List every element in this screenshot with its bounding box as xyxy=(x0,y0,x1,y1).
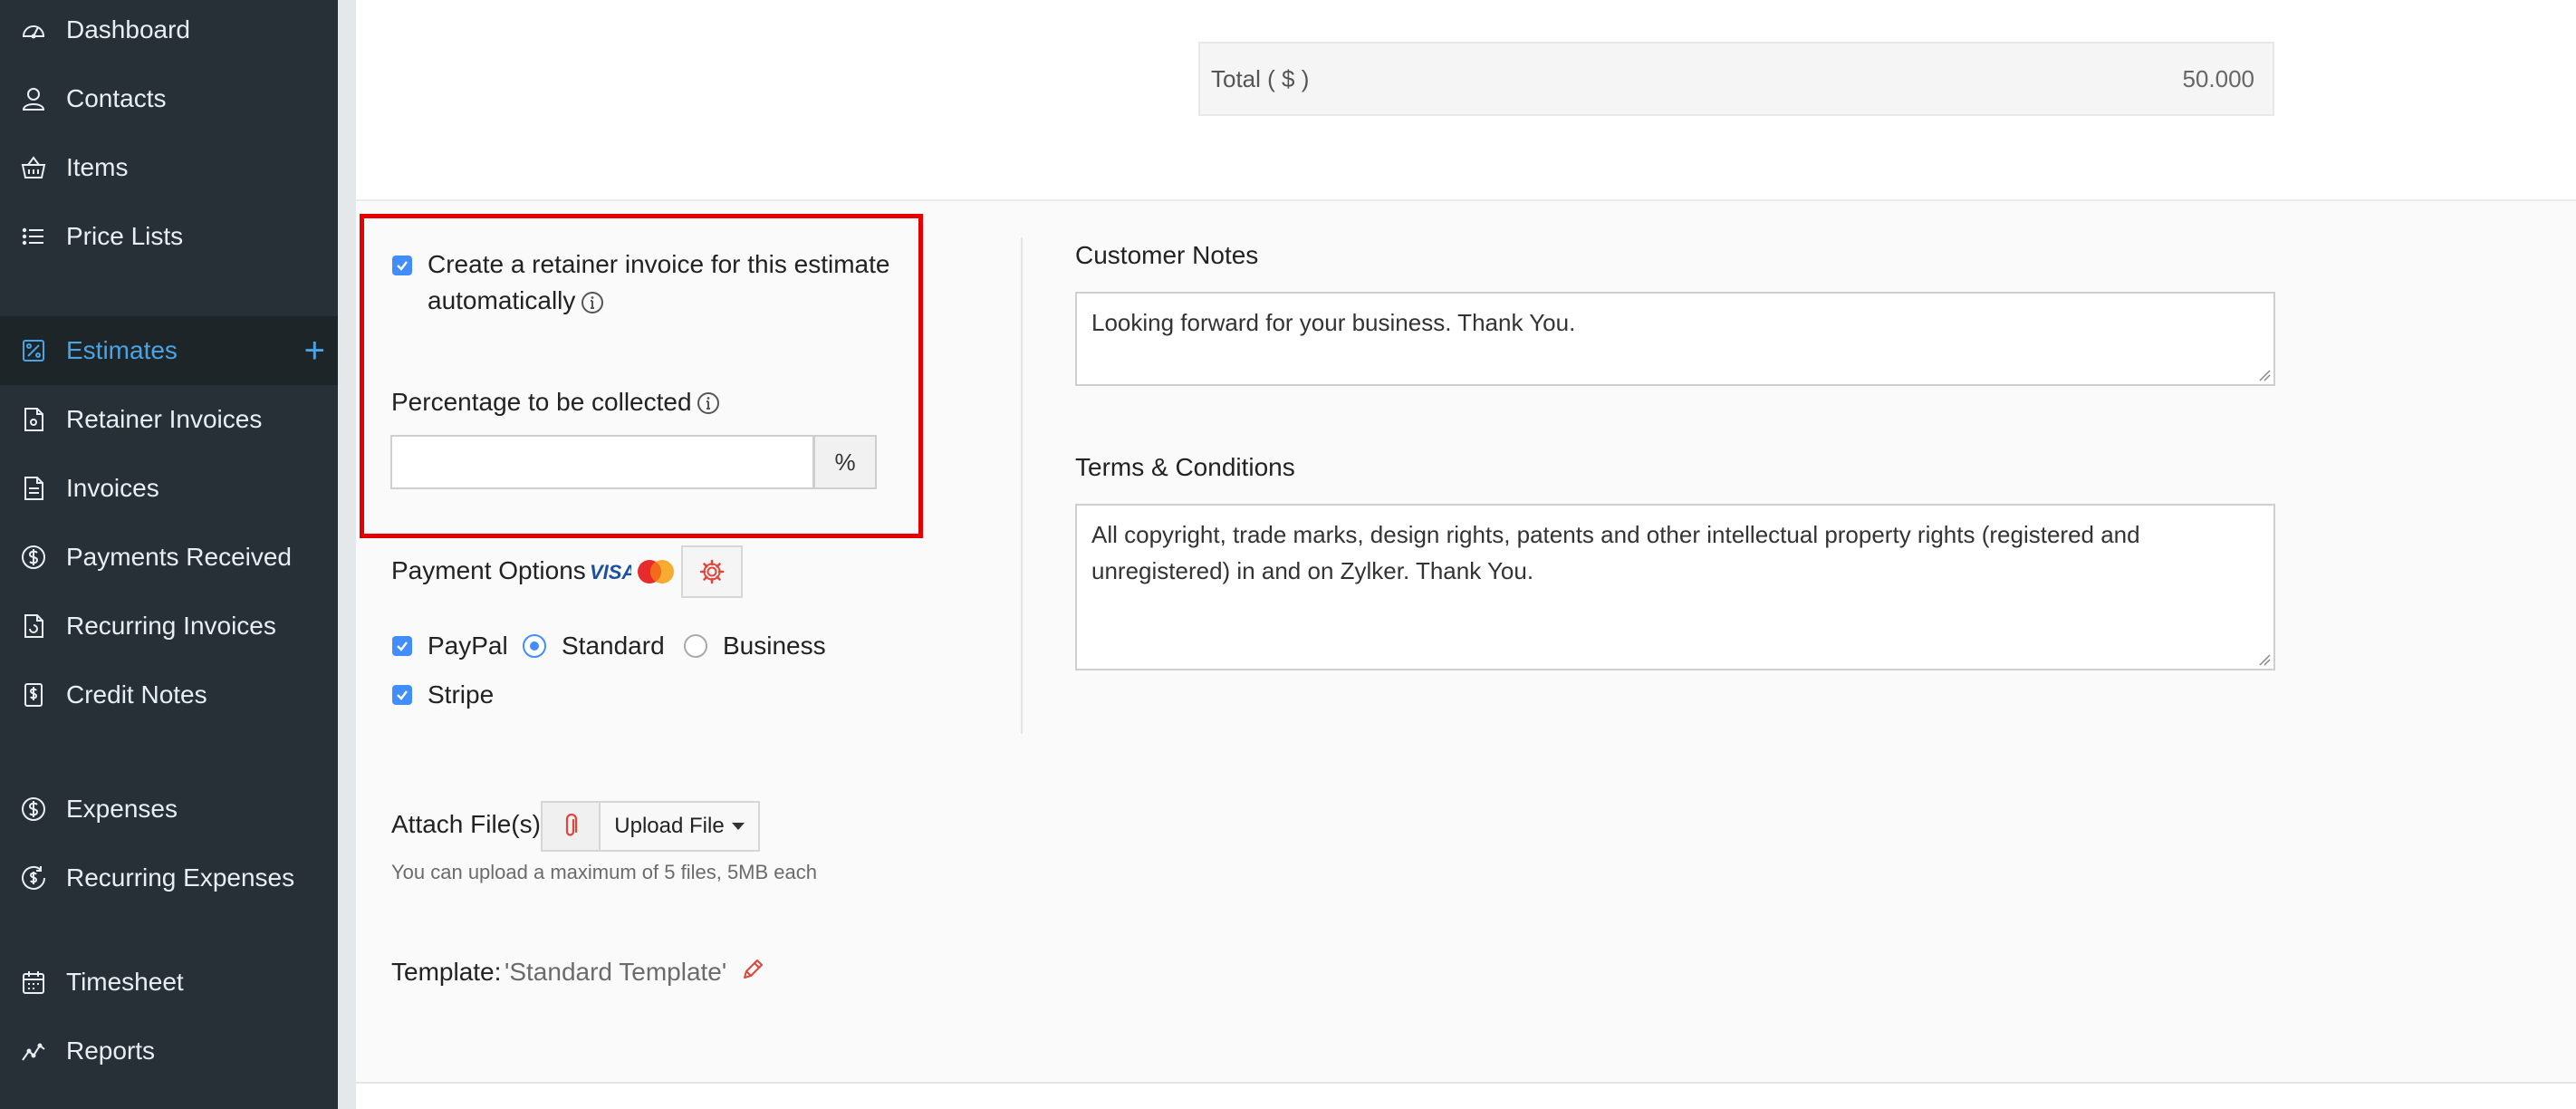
template-label: Template: xyxy=(391,958,502,986)
resize-handle-icon[interactable] xyxy=(2258,369,2271,381)
sidebar-item-dashboard[interactable]: Dashboard xyxy=(0,0,338,64)
expense-icon xyxy=(18,794,49,825)
payment-icon xyxy=(18,542,49,573)
estimate-icon xyxy=(18,335,49,366)
paypal-standard-radio[interactable] xyxy=(523,634,546,658)
sidebar-item-price-lists[interactable]: Price Lists xyxy=(0,202,338,271)
recurring-expense-icon xyxy=(18,863,49,893)
add-estimate-button[interactable]: + xyxy=(304,333,325,369)
paypal-business-radio[interactable] xyxy=(684,634,707,658)
checkmark-icon xyxy=(397,261,408,271)
paperclip-icon xyxy=(565,814,578,836)
sidebar-item-label: Estimates xyxy=(66,336,178,364)
attach-files-label: Attach File(s) xyxy=(391,810,541,838)
sidebar-item-contacts[interactable]: Contacts xyxy=(0,64,338,133)
terms-textarea[interactable]: All copyright, trade marks, design right… xyxy=(1075,504,2275,670)
retainer-invoice-icon xyxy=(18,404,49,435)
sidebar-item-payments-received[interactable]: Payments Received xyxy=(0,523,338,592)
sidebar-item-retainer-invoices[interactable]: Retainer Invoices xyxy=(0,385,338,454)
retainer-invoice-checkbox[interactable] xyxy=(392,256,412,275)
sidebar-item-recurring-expenses[interactable]: Recurring Expenses xyxy=(0,844,338,912)
sidebar-item-items[interactable]: Items xyxy=(0,133,338,202)
upload-file-label: Upload File xyxy=(614,814,725,838)
gear-icon xyxy=(699,559,725,584)
totals-section: Total ( $ ) 50.000 xyxy=(356,0,2576,201)
stripe-label: Stripe xyxy=(428,680,495,709)
sidebar-item-label: Contacts xyxy=(66,84,167,112)
basket-icon xyxy=(18,152,49,183)
total-row: Total ( $ ) 50.000 xyxy=(1198,42,2274,116)
sidebar-item-label: Price Lists xyxy=(66,222,184,250)
paypal-label: PayPal xyxy=(428,632,508,660)
paypal-checkbox[interactable] xyxy=(392,636,412,656)
sidebar-item-label: Reports xyxy=(66,1037,156,1065)
app-window: Dashboard Contacts Items Price Lists Est xyxy=(0,0,2576,1109)
edit-template-icon[interactable] xyxy=(740,957,765,982)
visa-icon: VISA xyxy=(590,561,631,583)
payment-options-label: Payment Options xyxy=(391,556,586,584)
resize-handle-icon[interactable] xyxy=(2258,653,2271,666)
total-label: Total ( $ ) xyxy=(1211,64,1310,92)
upload-file-button[interactable]: Upload File xyxy=(599,801,760,852)
estimate-form: Total ( $ ) 50.000 Create a retainer inv… xyxy=(356,0,2576,1109)
chevron-down-icon xyxy=(731,823,745,830)
sidebar-item-recurring-invoices[interactable]: Recurring Invoices xyxy=(0,592,338,661)
checkmark-icon xyxy=(397,641,408,651)
customer-notes-textarea[interactable]: Looking forward for your business. Thank… xyxy=(1075,292,2275,386)
percentage-input[interactable] xyxy=(390,435,814,489)
paypal-business-label: Business xyxy=(723,632,826,660)
info-icon[interactable] xyxy=(580,290,605,315)
sidebar-item-label: Credit Notes xyxy=(66,680,207,709)
dashboard-icon xyxy=(18,14,49,45)
percentage-label: Percentage to be collected xyxy=(391,388,692,416)
sidebar-item-label: Recurring Expenses xyxy=(66,863,295,892)
customer-notes-text: Looking forward for your business. Thank… xyxy=(1091,309,1576,336)
sidebar-item-label: Payments Received xyxy=(66,543,293,571)
customer-notes-label: Customer Notes xyxy=(1075,241,1259,269)
retainer-invoice-label-continued: automatically xyxy=(428,286,576,314)
sidebar-item-label: Invoices xyxy=(66,474,159,502)
sidebar-item-label: Timesheet xyxy=(66,968,184,996)
sidebar-item-label: Retainer Invoices xyxy=(66,405,263,433)
sidebar-item-label: Expenses xyxy=(66,795,178,823)
terms-label: Terms & Conditions xyxy=(1075,453,1295,481)
sidebar-item-credit-notes[interactable]: Credit Notes xyxy=(0,661,338,729)
paypal-standard-label: Standard xyxy=(562,632,665,660)
retainer-invoice-label: Create a retainer invoice for this estim… xyxy=(428,250,890,278)
sidebar-item-label: Items xyxy=(66,153,129,181)
terms-text: All copyright, trade marks, design right… xyxy=(1091,521,2140,584)
column-divider xyxy=(1021,237,1023,734)
sidebar: Dashboard Contacts Items Price Lists Est xyxy=(0,0,338,1109)
sidebar-item-reports[interactable]: Reports xyxy=(0,1017,338,1085)
user-icon xyxy=(18,83,49,114)
sidebar-item-label: Recurring Invoices xyxy=(66,612,276,640)
sidebar-item-invoices[interactable]: Invoices xyxy=(0,454,338,523)
stripe-checkbox[interactable] xyxy=(392,685,412,705)
total-value: 50.000 xyxy=(2182,64,2254,92)
footer-bar xyxy=(356,1082,2576,1109)
invoice-icon xyxy=(18,473,49,504)
recurring-invoice-icon xyxy=(18,611,49,641)
info-icon[interactable] xyxy=(696,391,721,416)
checkmark-icon xyxy=(397,690,408,700)
timesheet-icon xyxy=(18,967,49,998)
attach-button[interactable] xyxy=(541,801,601,852)
template-name: 'Standard Template' xyxy=(505,958,727,986)
sidebar-item-estimates[interactable]: Estimates + xyxy=(0,316,338,385)
percent-addon: % xyxy=(813,435,877,489)
sidebar-divider xyxy=(338,0,356,1109)
list-icon xyxy=(18,221,49,252)
payment-settings-button[interactable] xyxy=(681,545,743,598)
sidebar-item-timesheet[interactable]: Timesheet xyxy=(0,948,338,1017)
mastercard-icon xyxy=(638,560,674,583)
credit-note-icon xyxy=(18,680,49,710)
sidebar-item-label: Dashboard xyxy=(66,15,190,43)
sidebar-item-expenses[interactable]: Expenses xyxy=(0,775,338,844)
upload-hint: You can upload a maximum of 5 files, 5MB… xyxy=(391,861,818,883)
reports-icon xyxy=(18,1036,49,1066)
svg-text:VISA: VISA xyxy=(590,561,631,583)
